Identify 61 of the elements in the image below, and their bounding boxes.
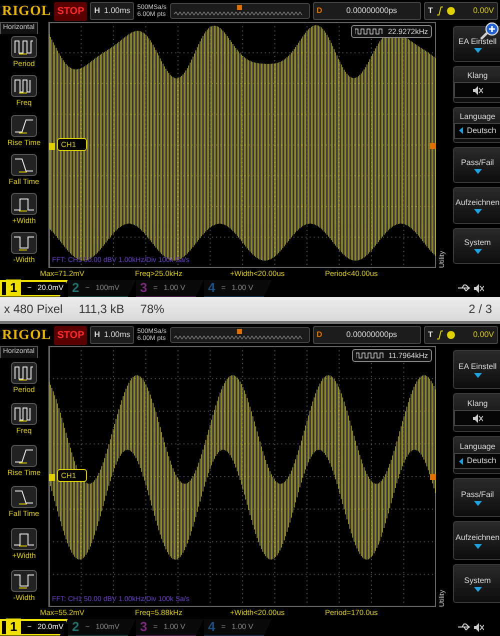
negative-width-icon <box>11 232 37 254</box>
menu-button[interactable]: Klang <box>452 66 500 103</box>
menu-button[interactable]: Aufzeichnen <box>452 521 500 560</box>
down-triangle-icon <box>474 249 482 254</box>
positive-width-icon <box>11 528 37 550</box>
page-counter: 2 / 3 <box>468 301 492 318</box>
square-wave-icon <box>354 28 385 36</box>
image-info: 111,3 kB <box>78 301 124 318</box>
rise-time-icon <box>11 114 37 137</box>
speaker-muted-icon <box>472 86 482 95</box>
menu-button[interactable]: Aufzeichnen <box>452 187 500 224</box>
rising-edge-icon <box>436 330 443 340</box>
positive-width-icon <box>11 192 37 215</box>
menu-button[interactable]: EA Einstell <box>452 26 500 62</box>
down-triangle-icon <box>474 587 482 592</box>
frequency-icon <box>11 75 37 98</box>
period-icon <box>11 362 37 384</box>
menu-button[interactable]: Klang <box>452 392 500 432</box>
trigger-button[interactable]: T 0.00V <box>424 2 498 20</box>
menu-button[interactable]: Pass/Fail <box>452 478 500 518</box>
down-triangle-icon <box>474 501 482 506</box>
usb-icon <box>458 622 470 630</box>
usb-icon <box>458 284 470 292</box>
trigger-source-icon <box>446 331 455 339</box>
menu-button[interactable]: EA Einstell <box>452 350 500 389</box>
image-info: 78% <box>140 301 164 318</box>
speaker-muted-icon <box>474 622 484 632</box>
menu-button[interactable]: Language Deutsch <box>452 436 500 474</box>
down-triangle-icon <box>474 544 482 550</box>
down-triangle-icon <box>474 48 482 53</box>
image-info: x 480 Pixel <box>4 301 63 318</box>
rise-time-icon <box>11 444 37 467</box>
delay-button[interactable]: D 0.00000000ps <box>312 2 421 20</box>
logo: RIGOL <box>2 2 52 20</box>
menu-button[interactable]: System <box>452 564 500 603</box>
left-triangle-icon <box>458 458 463 465</box>
speaker-muted-icon <box>472 414 482 423</box>
menu-button[interactable]: Pass/Fail <box>452 146 500 184</box>
fall-time-icon <box>11 486 37 508</box>
run-stop-button[interactable]: STOP <box>54 2 88 20</box>
square-wave-icon <box>356 352 386 360</box>
left-triangle-icon <box>458 127 463 134</box>
period-icon <box>11 36 37 58</box>
delay-button[interactable]: D 0.00000000ps <box>312 326 421 344</box>
down-triangle-icon <box>474 372 482 378</box>
trigger-button[interactable]: T 0.00V <box>424 326 498 344</box>
timebase-button[interactable]: H 1.00ms <box>90 2 134 20</box>
rising-edge-icon <box>436 6 443 16</box>
menu-button[interactable]: Language Deutsch <box>452 106 500 143</box>
negative-width-icon <box>11 570 37 592</box>
trigger-source-icon <box>446 7 455 15</box>
logo: RIGOL <box>2 326 52 344</box>
timebase-button[interactable]: H 1.00ms <box>90 326 134 344</box>
speaker-muted-icon <box>474 284 484 292</box>
down-triangle-icon <box>474 168 482 174</box>
menu-button[interactable]: System <box>452 228 500 264</box>
frequency-icon <box>11 403 37 426</box>
down-triangle-icon <box>474 208 482 214</box>
run-stop-button[interactable]: STOP <box>54 326 88 344</box>
fall-time-icon <box>11 154 37 176</box>
zoom-in-icon[interactable] <box>479 22 499 40</box>
